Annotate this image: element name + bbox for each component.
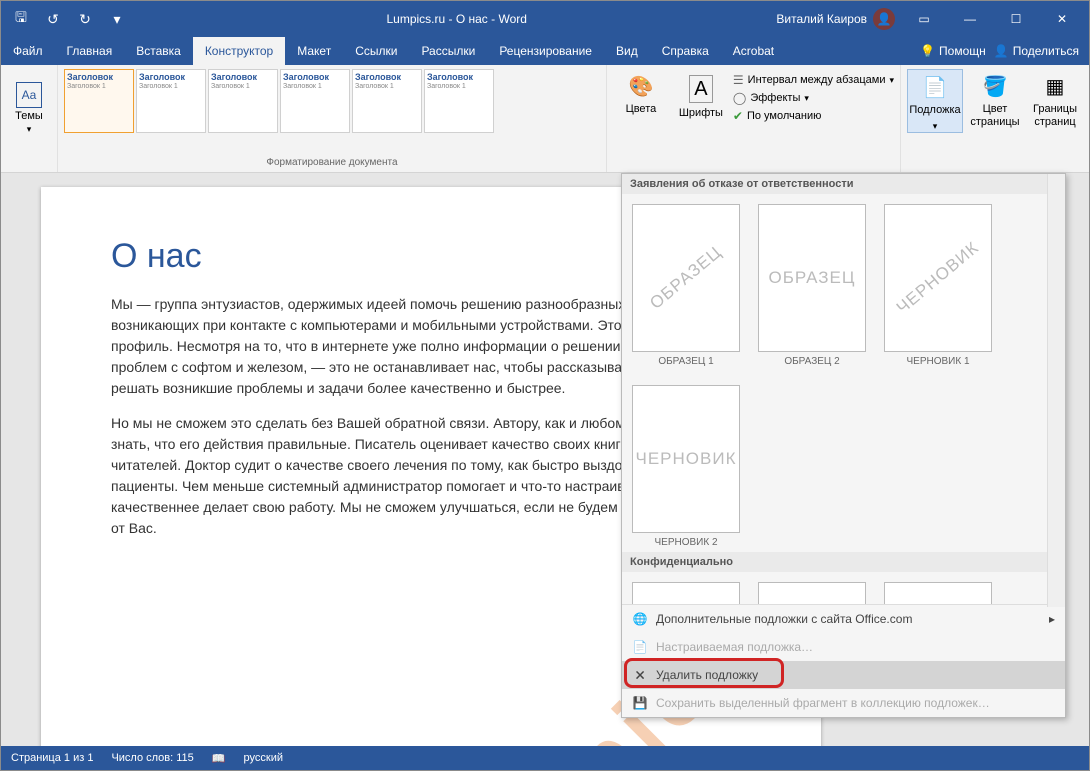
ribbon: Aa Темы ▾ ЗаголовокЗаголовок 1 Заголовок… [1, 65, 1089, 173]
watermark-option-conf-1[interactable] [632, 582, 740, 604]
more-watermarks-office[interactable]: 🌐Дополнительные подложки с сайта Office.… [622, 605, 1065, 633]
style-set-5[interactable]: ЗаголовокЗаголовок 1 [352, 69, 422, 133]
colors-icon: 🎨 [628, 75, 653, 99]
status-language[interactable]: русский [244, 752, 283, 764]
tab-insert[interactable]: Вставка [124, 37, 193, 65]
watermark-button[interactable]: 📄Подложка▾ [907, 69, 963, 133]
tab-mailings[interactable]: Рассылки [409, 37, 487, 65]
save-selection-to-gallery: 💾Сохранить выделенный фрагмент в коллекц… [622, 689, 1065, 717]
fonts-icon: A [689, 75, 712, 103]
proofing-icon[interactable]: 📖 [212, 752, 226, 765]
status-bar: Страница 1 из 1 Число слов: 115 📖 русски… [1, 746, 1089, 770]
tab-home[interactable]: Главная [55, 37, 125, 65]
globe-icon: 🌐 [632, 611, 648, 627]
undo-icon[interactable]: ↺ [39, 5, 67, 33]
share-icon: 👤 [994, 44, 1009, 58]
quick-access-toolbar: 🖫 ↺ ↻ ▾ [1, 5, 137, 33]
tab-design[interactable]: Конструктор [193, 37, 285, 65]
tutorial-highlight [624, 658, 784, 688]
dd-section-confidential: Конфиденциально [622, 552, 1065, 572]
themes-button[interactable]: Aa Темы ▾ [7, 69, 51, 147]
fonts-button[interactable]: AШрифты [673, 69, 729, 120]
watermark-option-conf-3[interactable] [884, 582, 992, 604]
ribbon-tabs: Файл Главная Вставка Конструктор Макет С… [1, 37, 1089, 65]
tell-me[interactable]: 💡Помощн [920, 44, 986, 58]
tab-view[interactable]: Вид [604, 37, 650, 65]
redo-icon[interactable]: ↻ [71, 5, 99, 33]
style-set-2[interactable]: ЗаголовокЗаголовок 1 [136, 69, 206, 133]
style-set-4[interactable]: ЗаголовокЗаголовок 1 [280, 69, 350, 133]
effects-icon: ◯ [733, 91, 746, 105]
chevron-down-icon: ▾ [27, 124, 32, 135]
minimize-button[interactable]: — [947, 1, 993, 37]
watermark-option-sample-1[interactable]: ОБРАЗЕЦ ОБРАЗЕЦ 1 [632, 204, 740, 367]
watermark-option-draft-2[interactable]: ЧЕРНОВИК ЧЕРНОВИК 2 [632, 385, 740, 548]
qat-more-icon[interactable]: ▾ [103, 5, 131, 33]
style-set-6[interactable]: ЗаголовокЗаголовок 1 [424, 69, 494, 133]
share-button[interactable]: 👤Поделиться [994, 44, 1079, 58]
watermark-option-sample-2[interactable]: ОБРАЗЕЦ ОБРАЗЕЦ 2 [758, 204, 866, 367]
style-gallery[interactable]: ЗаголовокЗаголовок 1 ЗаголовокЗаголовок … [64, 69, 494, 133]
save-icon[interactable]: 🖫 [7, 5, 35, 33]
watermark-option-conf-2[interactable] [758, 582, 866, 604]
close-button[interactable]: ✕ [1039, 1, 1085, 37]
arrow-right-icon: ▸ [1049, 612, 1055, 626]
maximize-button[interactable]: ☐ [993, 1, 1039, 37]
window-title: Lumpics.ru - О нас - Word [137, 12, 776, 26]
bulb-icon: 💡 [920, 44, 935, 58]
dd-section-disclaimers: Заявления об отказе от ответственности [622, 174, 1065, 194]
set-default-button[interactable]: ✔По умолчанию [733, 109, 894, 123]
colors-fonts-group: 🎨Цвета AШрифты ☰Интервал между абзацами▾… [607, 65, 901, 172]
status-page[interactable]: Страница 1 из 1 [11, 752, 93, 764]
tab-references[interactable]: Ссылки [343, 37, 409, 65]
themes-icon: Aa [16, 82, 42, 108]
page-icon: 📄 [632, 639, 648, 655]
tab-layout[interactable]: Макет [285, 37, 343, 65]
page-background-group: 📄Подложка▾ 🪣Цвет страницы ▦Границы стран… [901, 65, 1089, 172]
title-bar: 🖫 ↺ ↻ ▾ Lumpics.ru - О нас - Word Витали… [1, 1, 1089, 37]
borders-icon: ▦ [1046, 75, 1065, 99]
tab-review[interactable]: Рецензирование [487, 37, 604, 65]
watermark-icon: 📄 [923, 76, 948, 100]
watermark-dropdown: Заявления об отказе от ответственности О… [621, 173, 1066, 718]
style-set-3[interactable]: ЗаголовокЗаголовок 1 [208, 69, 278, 133]
tab-acrobat[interactable]: Acrobat [721, 37, 786, 65]
check-icon: ✔ [733, 109, 743, 123]
watermark-option-draft-1[interactable]: ЧЕРНОВИК ЧЕРНОВИК 1 [884, 204, 992, 367]
custom-watermark[interactable]: 📄Настраиваемая подложка… [622, 633, 1065, 661]
tab-help[interactable]: Справка [650, 37, 721, 65]
bucket-icon: 🪣 [983, 75, 1008, 99]
themes-group: Aa Темы ▾ [1, 65, 58, 172]
effects-button[interactable]: ◯Эффекты▾ [733, 91, 894, 105]
group-label-formatting: Форматирование документа [64, 155, 600, 170]
paragraph-spacing-button[interactable]: ☰Интервал между абзацами▾ [733, 73, 894, 87]
spacing-icon: ☰ [733, 73, 744, 87]
chevron-down-icon: ▾ [933, 121, 938, 132]
document-formatting-group: ЗаголовокЗаголовок 1 ЗаголовокЗаголовок … [58, 65, 607, 172]
avatar[interactable]: 👤 [873, 8, 895, 30]
colors-button[interactable]: 🎨Цвета [613, 69, 669, 116]
user-name[interactable]: Виталий Каиров [776, 12, 867, 26]
dropdown-scrollbar[interactable] [1047, 174, 1065, 607]
ribbon-options-icon[interactable]: ▭ [901, 1, 947, 37]
page-borders-button[interactable]: ▦Границы страниц [1027, 69, 1083, 129]
style-set-1[interactable]: ЗаголовокЗаголовок 1 [64, 69, 134, 133]
remove-watermark[interactable]: 🗙Удалить подложку [622, 661, 1065, 689]
tab-file[interactable]: Файл [1, 37, 55, 65]
page-color-button[interactable]: 🪣Цвет страницы [967, 69, 1023, 129]
save-icon: 💾 [632, 695, 648, 711]
app-window: 🖫 ↺ ↻ ▾ Lumpics.ru - О нас - Word Витали… [0, 0, 1090, 771]
status-word-count[interactable]: Число слов: 115 [111, 752, 193, 764]
